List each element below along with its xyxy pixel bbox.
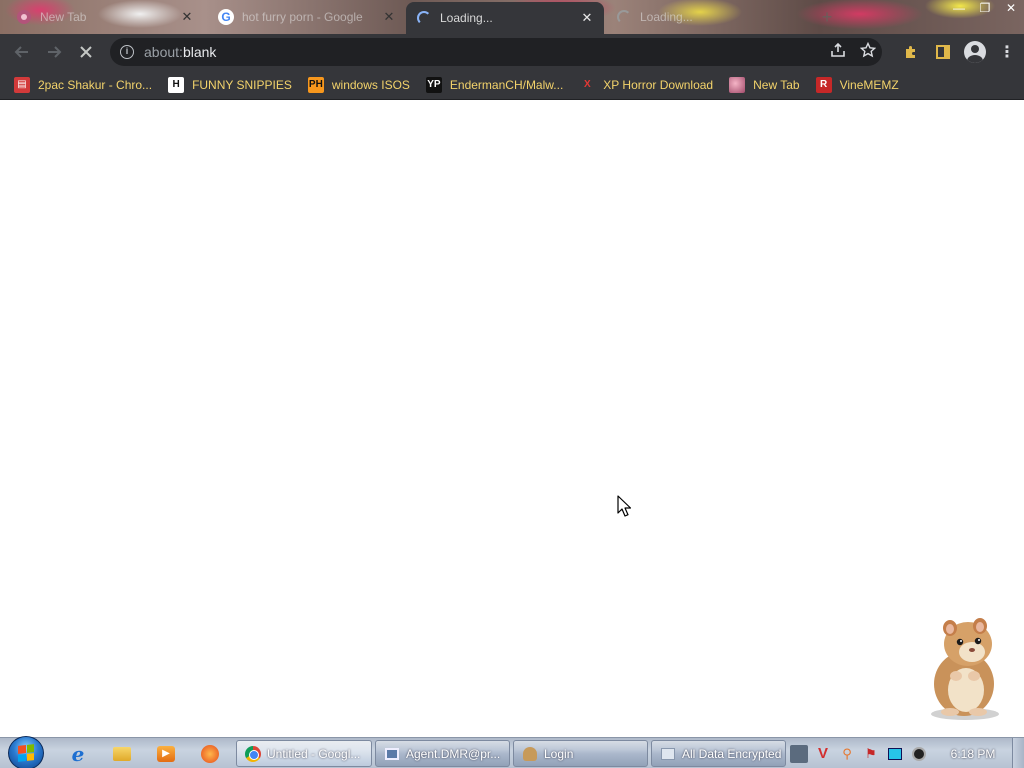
app-launcher-icon[interactable] bbox=[196, 741, 224, 767]
tab-title: Loading... bbox=[440, 11, 493, 25]
taskbar-encrypted-window[interactable]: All Data Encrypted bbox=[651, 740, 786, 767]
back-arrow-icon[interactable] bbox=[6, 36, 38, 68]
media-player-icon[interactable]: ▶ bbox=[152, 741, 180, 767]
bookmark-endermanch[interactable]: YP EndermanCH/Malw... bbox=[425, 76, 564, 93]
bookmark-new-tab[interactable]: New Tab bbox=[729, 76, 800, 93]
side-panel-icon[interactable] bbox=[932, 41, 954, 63]
chrome-icon bbox=[245, 745, 261, 762]
screen-tray-icon[interactable] bbox=[886, 745, 904, 763]
v-tray-icon[interactable]: V bbox=[814, 745, 832, 763]
2pac-icon: ▤ bbox=[14, 76, 30, 93]
show-desktop-button[interactable] bbox=[1012, 738, 1024, 768]
tab-google-search[interactable]: G hot furry porn - Google ✕ bbox=[208, 2, 406, 32]
extensions-puzzle-icon[interactable] bbox=[900, 41, 922, 63]
loading-spinner-icon bbox=[616, 9, 632, 25]
bookmark-star-icon[interactable] bbox=[859, 41, 877, 62]
task-label: Agent.DMR@pr... bbox=[406, 746, 501, 761]
network-tray-icon[interactable] bbox=[790, 744, 808, 763]
taskbar-chrome-window[interactable]: Untitled - Googl... bbox=[236, 740, 372, 767]
bookmark-label: FUNNY SNIPPIES bbox=[192, 77, 292, 92]
task-label: Login bbox=[544, 746, 574, 761]
window-controls: — ❐ ✕ bbox=[946, 0, 1024, 20]
tab-title: New Tab bbox=[40, 10, 87, 24]
record-tray-icon[interactable] bbox=[910, 745, 928, 763]
system-tray: V ⚲ ⚑ bbox=[790, 738, 928, 768]
omnibox-actions bbox=[830, 38, 877, 66]
login-icon bbox=[522, 746, 538, 762]
kebab-menu-icon[interactable]: ⋮ bbox=[996, 41, 1018, 63]
window-icon bbox=[384, 746, 400, 762]
close-window-icon[interactable]: ✕ bbox=[998, 0, 1024, 18]
tab-loading-active[interactable]: Loading... ✕ bbox=[406, 2, 604, 34]
bookmark-label: windows ISOS bbox=[331, 77, 410, 92]
x-icon: X bbox=[583, 79, 591, 90]
close-tab-icon[interactable]: ✕ bbox=[180, 9, 194, 25]
blank-page-content[interactable] bbox=[0, 101, 1024, 737]
bookmark-label: EndermanCH/Malw... bbox=[449, 77, 564, 92]
r-icon: R bbox=[815, 76, 832, 93]
site-info-icon[interactable]: i bbox=[120, 45, 134, 59]
h-icon: H bbox=[168, 76, 185, 93]
share-icon[interactable] bbox=[830, 42, 846, 62]
taskbar-clock[interactable]: 6:18 PM bbox=[940, 738, 1006, 768]
newtab-icon bbox=[729, 76, 746, 93]
tab-strip: New Tab ✕ G hot furry porn - Google ✕ Lo… bbox=[0, 0, 1024, 34]
browser-toolbar: i about:blank ⋮ bbox=[0, 34, 1024, 70]
bookmark-xp-horror[interactable]: X XP Horror Download bbox=[579, 77, 713, 93]
windows-taskbar: e ▶ Untitled - Googl... Agent.DMR@pr... … bbox=[0, 736, 1024, 768]
data-icon bbox=[660, 746, 676, 762]
google-icon: G bbox=[218, 9, 234, 25]
loading-spinner-icon bbox=[416, 10, 432, 26]
bookmark-label: VineMEMZ bbox=[839, 77, 899, 92]
minimize-icon[interactable]: — bbox=[946, 0, 972, 18]
bookmark-vinememz[interactable]: R VineMEMZ bbox=[815, 76, 899, 93]
bookmarks-bar: ▤ 2pac Shakur - Chro... H FUNNY SNIPPIES… bbox=[0, 70, 1024, 100]
ph-icon: PH bbox=[307, 76, 324, 93]
tab-title: hot furry porn - Google bbox=[242, 10, 363, 24]
bookmark-label: XP Horror Download bbox=[603, 77, 714, 92]
search-tray-icon[interactable]: ⚲ bbox=[838, 745, 856, 763]
start-button[interactable] bbox=[8, 736, 44, 768]
toolbar-right: ⋮ bbox=[900, 38, 1018, 66]
task-label: All Data Encrypted bbox=[682, 746, 782, 761]
tab-new-tab[interactable]: New Tab ✕ bbox=[6, 2, 204, 32]
flag-tray-icon[interactable]: ⚑ bbox=[862, 745, 880, 763]
quick-launch: e ▶ bbox=[64, 738, 224, 768]
restore-icon[interactable]: ❐ bbox=[972, 0, 998, 18]
newtab-icon bbox=[16, 9, 32, 25]
close-tab-icon[interactable]: ✕ bbox=[382, 9, 396, 25]
bookmark-label: New Tab bbox=[753, 77, 800, 92]
bookmark-funny-snippies[interactable]: H FUNNY SNIPPIES bbox=[168, 76, 292, 93]
hamster-desktop-pet[interactable] bbox=[920, 614, 1010, 722]
internet-explorer-icon[interactable]: e bbox=[64, 741, 92, 767]
close-tab-icon[interactable]: ✕ bbox=[780, 9, 794, 25]
yt-icon: YP bbox=[425, 76, 442, 93]
tab-loading[interactable]: Loading... ✕ bbox=[606, 2, 804, 32]
windows-logo-icon bbox=[18, 744, 34, 762]
taskbar-login-window[interactable]: Login bbox=[513, 740, 648, 767]
task-label: Untitled - Googl... bbox=[267, 746, 361, 761]
tab-title: Loading... bbox=[640, 10, 693, 24]
file-explorer-icon[interactable] bbox=[108, 741, 136, 767]
address-url[interactable]: about:blank bbox=[144, 44, 216, 60]
forward-arrow-icon[interactable] bbox=[38, 36, 70, 68]
bookmark-label: 2pac Shakur - Chro... bbox=[38, 77, 153, 92]
bookmark-2pac[interactable]: ▤ 2pac Shakur - Chro... bbox=[14, 76, 153, 93]
address-bar[interactable]: i about:blank bbox=[110, 38, 882, 66]
taskbar-agent-window[interactable]: Agent.DMR@pr... bbox=[375, 740, 510, 767]
new-tab-button[interactable]: + bbox=[818, 8, 836, 26]
close-tab-icon[interactable]: ✕ bbox=[580, 10, 594, 26]
profile-avatar-icon[interactable] bbox=[964, 41, 986, 63]
stop-loading-icon[interactable] bbox=[70, 36, 102, 68]
bookmark-windows-isos[interactable]: PH windows ISOS bbox=[307, 76, 410, 93]
